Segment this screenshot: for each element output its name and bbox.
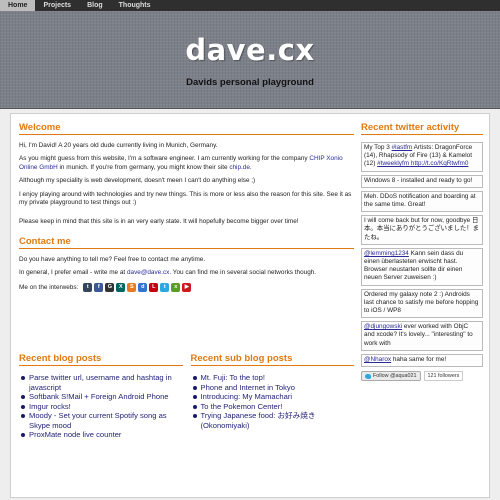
- tweet-text: Meh. DDoS notification and boarding at t…: [364, 192, 476, 209]
- subblog-post-link[interactable]: Trying Japanese food: お好み焼き (Okonomiyaki…: [192, 411, 355, 430]
- blog-post-list: Parse twitter url, username and hashtag …: [19, 373, 183, 440]
- content-panel: Welcome Hi, I'm David! A 20 years old du…: [10, 113, 490, 498]
- lastfm-icon[interactable]: L: [149, 282, 159, 292]
- facebook-icon[interactable]: f: [94, 282, 104, 292]
- twitter-heading: Recent twitter activity: [361, 122, 483, 135]
- contact-paragraph: In general, I prefer email - write me at…: [19, 269, 354, 277]
- follower-count: 121 followers: [423, 371, 464, 382]
- text-fragment: in munich. If you're from germany, you m…: [57, 163, 230, 171]
- top-nav: Home Projects Blog Thoughts: [0, 0, 500, 11]
- tweet: Ordered my galaxy note 2 :) Androids las…: [361, 288, 483, 319]
- subblog-post-link[interactable]: Introducing: My Mamachari: [192, 392, 355, 402]
- social-links: Me on the interwebs: t f G X S d L t x ▶: [19, 282, 354, 292]
- subblog-post-list: Mt. Fuji: To the top! Phone and Internet…: [191, 373, 355, 430]
- tweet: Meh. DDoS notification and boarding at t…: [361, 190, 483, 213]
- tweet-text: Windows 8 - installed and ready to go!: [364, 176, 473, 184]
- twitter-column: Recent twitter activity My Top 3 #lastfm…: [361, 122, 483, 382]
- welcome-heading: Welcome: [19, 122, 354, 135]
- subblog-heading: Recent sub blog posts: [190, 353, 354, 366]
- follow-label: Follow @aqua021: [373, 373, 417, 380]
- nav-item-projects[interactable]: Projects: [35, 0, 79, 11]
- text-fragment: As you might guess from this website, I'…: [19, 155, 310, 163]
- blog-heading: Recent blog posts: [19, 353, 183, 366]
- youtube-icon[interactable]: ▶: [182, 282, 192, 292]
- site-title[interactable]: dave.cx: [0, 33, 500, 67]
- blog-post-link[interactable]: Imgur rocks!: [21, 402, 183, 412]
- tweet-text: Ordered my galaxy note 2 :) Androids las…: [364, 290, 479, 315]
- subblog-post-link[interactable]: Phone and Internet in Tokyo: [192, 383, 355, 393]
- delicious-icon[interactable]: d: [138, 282, 148, 292]
- text-fragment: . You can find me in several social netw…: [169, 269, 317, 277]
- blog-post-link[interactable]: Softbank S!Mail + Foreign Android Phone: [21, 392, 183, 402]
- blog-post-link[interactable]: Parse twitter url, username and hashtag …: [21, 373, 183, 392]
- mention-link[interactable]: @lemming1234: [364, 250, 409, 257]
- recent-blog-posts: Recent blog posts Parse twitter url, use…: [19, 353, 183, 440]
- welcome-paragraph: Please keep in mind that this site is in…: [19, 218, 299, 226]
- twitter-icon[interactable]: t: [160, 282, 170, 292]
- follow-button[interactable]: Follow @aqua021: [361, 371, 421, 382]
- blog-section: Recent blog posts Parse twitter url, use…: [19, 353, 354, 440]
- interwebs-label: Me on the interwebs:: [19, 283, 79, 291]
- nav-item-home[interactable]: Home: [0, 0, 36, 11]
- main-column: Welcome Hi, I'm David! A 20 years old du…: [19, 122, 354, 292]
- tweet: @Nharox haha same for me!: [361, 353, 483, 368]
- welcome-paragraph: I enjoy playing around with technologies…: [19, 190, 352, 207]
- contact-paragraph: Do you have anything to tell me? Feel fr…: [19, 255, 206, 263]
- welcome-paragraph: Although my speciality is web developmen…: [19, 177, 256, 185]
- twitter-bird-icon: [365, 373, 371, 379]
- tumblr-icon[interactable]: t: [83, 282, 93, 292]
- site-header: dave.cx Davids personal playground: [0, 11, 500, 109]
- blog-post-link[interactable]: Moody - Set your current Spotify song as…: [21, 411, 183, 430]
- twitter-follow: Follow @aqua021 121 followers: [361, 371, 483, 382]
- hashtag-link[interactable]: #tweeklyfm: [377, 160, 409, 167]
- hashtag-link[interactable]: #lastfm: [392, 144, 413, 151]
- tweet: I will come back but for now, goodbye 日本…: [361, 215, 483, 245]
- xing-icon[interactable]: X: [116, 282, 126, 292]
- tweet: My Top 3 #lastfm Artists: DragonForce (1…: [361, 142, 483, 172]
- welcome-paragraph: As you might guess from this website, I'…: [19, 155, 354, 172]
- github-icon[interactable]: G: [105, 282, 115, 292]
- nav-item-blog[interactable]: Blog: [79, 0, 111, 11]
- recent-sub-blog-posts: Recent sub blog posts Mt. Fuji: To the t…: [190, 353, 355, 440]
- stackoverflow-icon[interactable]: S: [127, 282, 137, 292]
- text-fragment: .: [249, 163, 252, 171]
- tweet-text: My Top 3: [364, 144, 392, 151]
- tweet: Windows 8 - installed and ready to go!: [361, 174, 483, 188]
- tweet: @djungowski ever worked with ObjC and xc…: [361, 321, 483, 351]
- text-fragment: In general, I prefer email - write me at: [19, 269, 127, 277]
- mention-link[interactable]: @djungowski: [364, 323, 402, 330]
- tweet-url-link[interactable]: http://t.co/KqRtwfm0: [409, 160, 469, 167]
- blog-post-link[interactable]: ProxMate node live counter: [21, 430, 183, 440]
- xbox-icon[interactable]: x: [171, 282, 181, 292]
- chip-de-link[interactable]: chip.de: [229, 164, 250, 171]
- tweet-text: I will come back but for now, goodbye 日本…: [364, 217, 480, 241]
- tweet-text: haha same for me!: [391, 355, 447, 363]
- tweet: @lemming1234 Kann sein dass du einen übe…: [361, 247, 483, 286]
- welcome-paragraph: Hi, I'm David! A 20 years old dude curre…: [19, 142, 218, 149]
- mention-link[interactable]: @Nharox: [364, 356, 391, 363]
- email-link[interactable]: dave@dave.cx: [127, 269, 169, 276]
- contact-heading: Contact me: [19, 236, 354, 249]
- subblog-post-link[interactable]: To the Pokemon Center!: [192, 402, 355, 412]
- nav-item-thoughts[interactable]: Thoughts: [111, 0, 159, 11]
- site-subtitle: Davids personal playground: [186, 77, 314, 88]
- subblog-post-link[interactable]: Mt. Fuji: To the top!: [192, 373, 355, 383]
